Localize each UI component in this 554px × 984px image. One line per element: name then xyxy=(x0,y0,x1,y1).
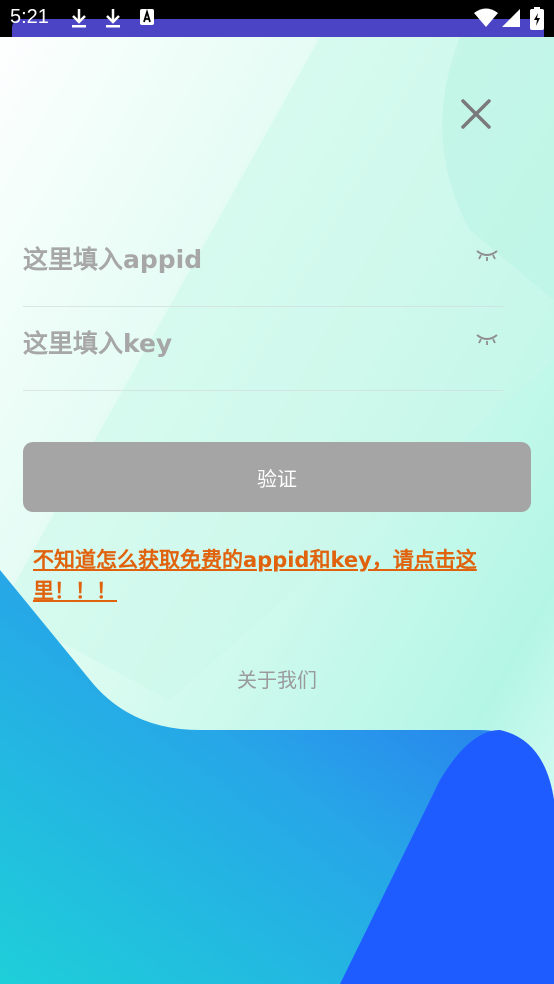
about-us-link[interactable]: 关于我们 xyxy=(0,664,554,693)
appid-input-placeholder[interactable]: 这里填入appid xyxy=(23,240,202,276)
eye-closed-icon[interactable] xyxy=(475,330,499,348)
signal-icon xyxy=(502,9,520,27)
verify-button[interactable]: 验证 xyxy=(23,442,531,512)
key-field[interactable]: 这里填入key xyxy=(23,306,503,391)
status-accent-strip xyxy=(12,19,544,37)
help-link[interactable]: 不知道怎么获取免费的appid和key，请点击这里！！！ xyxy=(33,545,483,607)
download-icon xyxy=(72,9,86,28)
eye-closed-icon[interactable] xyxy=(475,246,499,264)
close-icon[interactable] xyxy=(454,92,498,136)
appid-field[interactable]: 这里填入appid xyxy=(23,222,503,307)
status-time: 5:21 xyxy=(10,6,49,28)
battery-icon xyxy=(530,7,544,30)
download-icon xyxy=(106,9,120,28)
wifi-icon xyxy=(474,8,498,27)
status-bar: 5:21 xyxy=(0,0,554,37)
key-input-placeholder[interactable]: 这里填入key xyxy=(23,324,172,360)
a-notification-icon xyxy=(140,8,154,25)
